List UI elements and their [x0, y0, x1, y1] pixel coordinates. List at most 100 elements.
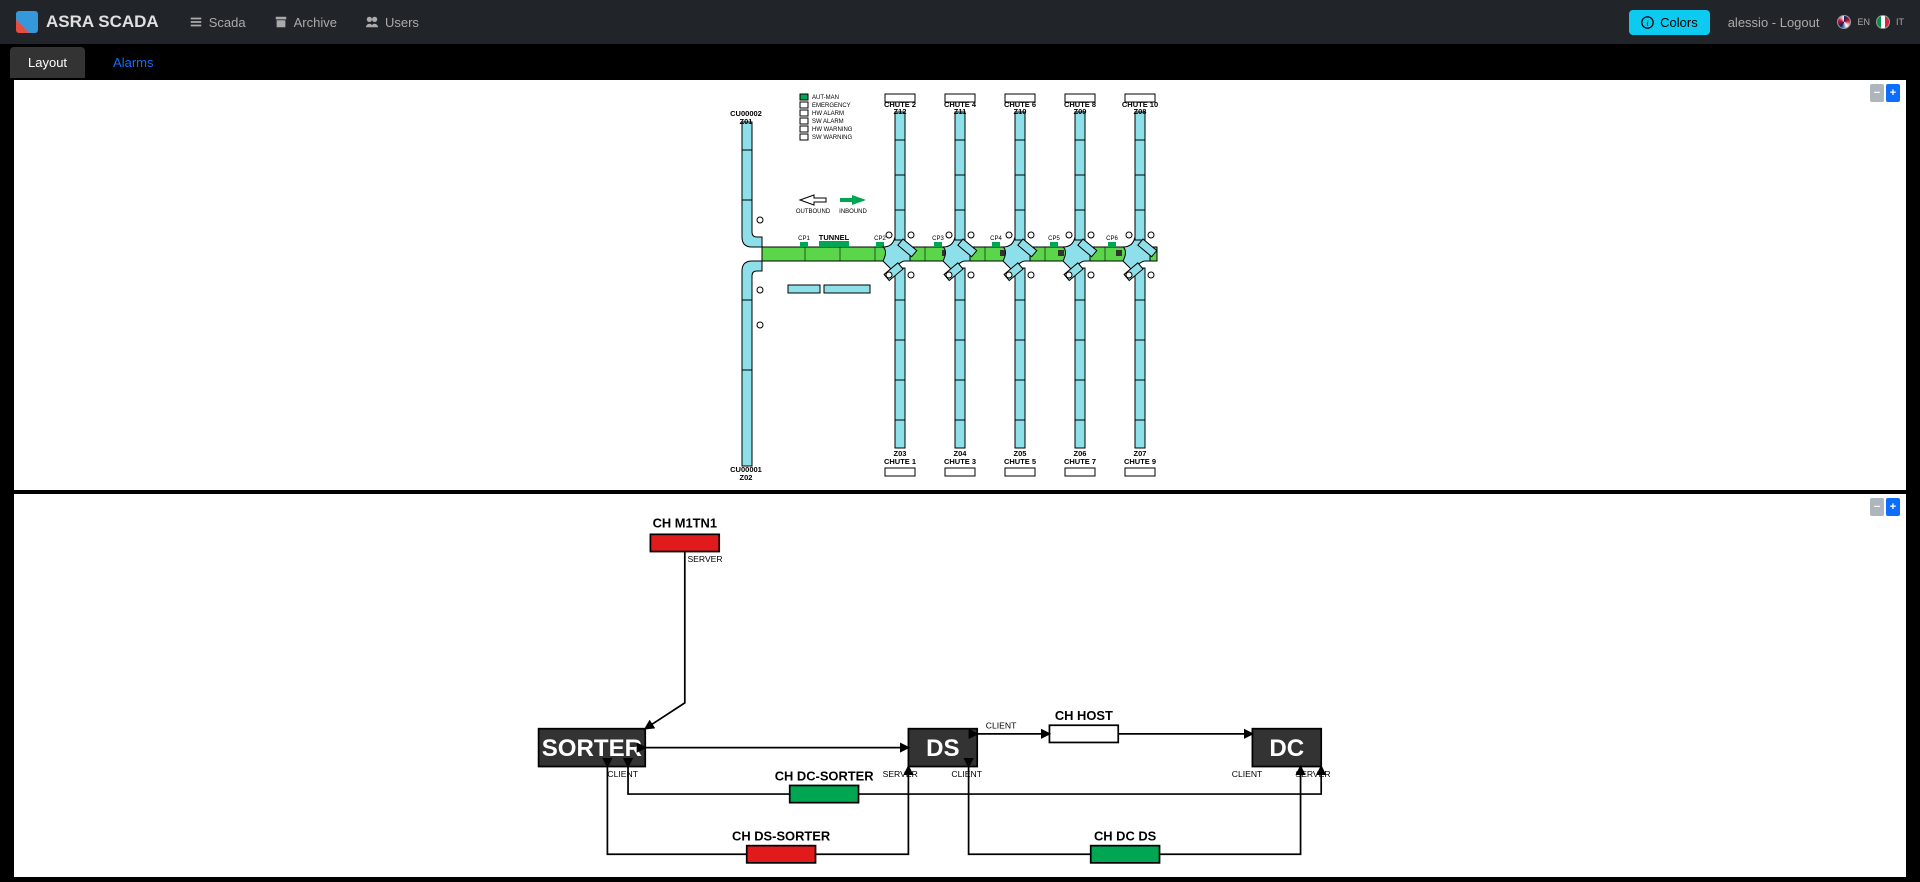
ch-dc-sorter-label: CH DC-SORTER	[775, 768, 875, 783]
lang-it-label[interactable]: IT	[1896, 17, 1904, 27]
legend-sw-warning: SW WARNING	[812, 135, 852, 141]
svg-text:Z12: Z12	[894, 107, 907, 116]
ch-ds-sorter-box[interactable]	[747, 846, 816, 863]
panel-comm: − + CH M1TN1 SERVER SORTER CLIENT DS SER…	[14, 494, 1906, 877]
nav-scada-label: Scada	[209, 15, 246, 30]
brand-icon	[16, 11, 38, 33]
chute-top-0[interactable]: CHUTE 2Z12	[883, 94, 917, 271]
chute-top-1[interactable]: CHUTE 4Z11	[943, 94, 977, 271]
cu1-zone: Z02	[740, 473, 753, 482]
svg-text:CHUTE 3: CHUTE 3	[944, 457, 976, 466]
cp4-label: CP4	[990, 236, 1002, 242]
ds-server: SERVER	[883, 769, 918, 779]
nav-archive[interactable]: Archive	[274, 15, 337, 30]
comm-svg[interactable]: CH M1TN1 SERVER SORTER CLIENT DS SERVER …	[14, 494, 1906, 877]
zoom-out-button[interactable]: −	[1870, 84, 1884, 102]
svg-text:Z11: Z11	[954, 107, 967, 116]
chute-top-2[interactable]: CHUTE 6Z10	[1003, 94, 1037, 271]
svg-text:Z08: Z08	[1134, 107, 1147, 116]
sorter-text: SORTER	[542, 735, 642, 762]
nav-archive-label: Archive	[294, 15, 337, 30]
left-loop[interactable]	[742, 122, 763, 466]
ch-m1tn1-box[interactable]	[650, 534, 719, 551]
ds-client: CLIENT	[951, 769, 982, 779]
spur-2[interactable]	[824, 285, 870, 293]
chute-bot-4[interactable]: Z07CHUTE 9	[1124, 263, 1156, 476]
mimic-svg[interactable]: AUT-MAN EMERGENCY HW ALARM SW ALARM HW W…	[14, 80, 1906, 490]
ch-dc-ds-box[interactable]	[1091, 846, 1160, 863]
colors-label: Colors	[1660, 15, 1698, 30]
legend-aut-man: AUT-MAN	[812, 95, 839, 101]
chute-top-3[interactable]: CHUTE 8Z09	[1063, 94, 1097, 271]
legend: AUT-MAN EMERGENCY HW ALARM SW ALARM HW W…	[800, 94, 853, 141]
tunnel-box[interactable]	[819, 241, 849, 247]
dc-client: CLIENT	[1232, 769, 1263, 779]
list-icon	[189, 15, 203, 29]
nav-users-label: Users	[385, 15, 419, 30]
tab-alarms[interactable]: Alarms	[95, 47, 171, 78]
flag-it-icon[interactable]	[1876, 15, 1890, 29]
nav-users[interactable]: Users	[365, 15, 419, 30]
chute-top-4[interactable]: CHUTE 10Z08	[1122, 94, 1158, 271]
tunnel-label: TUNNEL	[819, 233, 850, 242]
ds-client2: CLIENT	[986, 721, 1017, 731]
cp1-label: CP1	[798, 236, 810, 242]
flag-en-icon[interactable]	[1837, 15, 1851, 29]
legend-sw-alarm: SW ALARM	[812, 119, 844, 125]
subnav: Layout Alarms	[0, 44, 1920, 80]
legend-emergency: EMERGENCY	[812, 103, 851, 109]
cu2-zone: Z01	[740, 117, 753, 126]
svg-text:Z09: Z09	[1074, 107, 1087, 116]
legend-hw-alarm: HW ALARM	[812, 111, 844, 117]
chute-bot-3[interactable]: Z06CHUTE 7	[1064, 263, 1096, 476]
direction-arrows: OUTBOUND INBOUND	[796, 195, 868, 215]
cp6-label: CP6	[1106, 236, 1118, 242]
lang-en-label[interactable]: EN	[1857, 17, 1870, 27]
chute-bot-0[interactable]: Z03CHUTE 1	[884, 263, 916, 476]
tab-layout[interactable]: Layout	[10, 47, 85, 78]
brand: ASRA SCADA	[16, 11, 159, 33]
lang-switch: EN IT	[1837, 15, 1904, 29]
brand-text: ASRA SCADA	[46, 12, 159, 32]
archive-icon	[274, 15, 288, 29]
ch-host-box[interactable]	[1049, 725, 1118, 742]
cp2-label: CP2	[874, 236, 886, 242]
zoom-controls-comm: − +	[1870, 498, 1900, 516]
spur-1[interactable]	[788, 285, 820, 293]
zoom-in-button-2[interactable]: +	[1886, 498, 1900, 516]
svg-text:CHUTE 9: CHUTE 9	[1124, 457, 1156, 466]
nav-scada[interactable]: Scada	[189, 15, 246, 30]
svg-text:CHUTE 5: CHUTE 5	[1004, 457, 1036, 466]
zoom-in-button[interactable]: +	[1886, 84, 1900, 102]
navbar: ASRA SCADA Scada Archive Users i Colors …	[0, 0, 1920, 44]
sorter-client: CLIENT	[607, 769, 638, 779]
ds-text: DS	[926, 735, 959, 762]
info-icon: i	[1641, 16, 1654, 29]
inbound-label: INBOUND	[839, 209, 867, 215]
users-icon	[365, 15, 379, 29]
colors-button[interactable]: i Colors	[1629, 10, 1710, 35]
user-logout[interactable]: alessio - Logout	[1728, 15, 1820, 30]
nav-links: Scada Archive Users	[189, 15, 419, 30]
canvas-wrap: − + AUT-MAN EMERGENCY HW ALARM SW ALARM …	[14, 80, 1906, 770]
svg-text:CHUTE 1: CHUTE 1	[884, 457, 916, 466]
ch-dc-sorter-box[interactable]	[790, 785, 859, 802]
chute-bot-1[interactable]: Z04CHUTE 3	[944, 263, 976, 476]
svg-text:CHUTE 7: CHUTE 7	[1064, 457, 1096, 466]
legend-hw-warning: HW WARNING	[812, 127, 853, 133]
svg-text:i: i	[1646, 18, 1648, 27]
svg-text:Z10: Z10	[1014, 107, 1027, 116]
branches: CHUTE 2Z12 CHUTE 4Z11 CHUTE 6Z10 CHUTE 8Z09…	[883, 94, 1158, 476]
outbound-label: OUTBOUND	[796, 209, 831, 215]
m1tn1-server: SERVER	[687, 554, 722, 564]
zoom-out-button-2[interactable]: −	[1870, 498, 1884, 516]
cp3-label: CP3	[932, 236, 944, 242]
ch-m1tn1-label: CH M1TN1	[653, 515, 717, 530]
ch-host-label: CH HOST	[1055, 708, 1113, 723]
cp5-label: CP5	[1048, 236, 1060, 242]
panel-mimic: − + AUT-MAN EMERGENCY HW ALARM SW ALARM …	[14, 80, 1906, 490]
zoom-controls-mimic: − +	[1870, 84, 1900, 102]
chute-bot-2[interactable]: Z05CHUTE 5	[1004, 263, 1036, 476]
nav-right: i Colors alessio - Logout EN IT	[1629, 10, 1904, 35]
dc-text: DC	[1269, 735, 1304, 762]
